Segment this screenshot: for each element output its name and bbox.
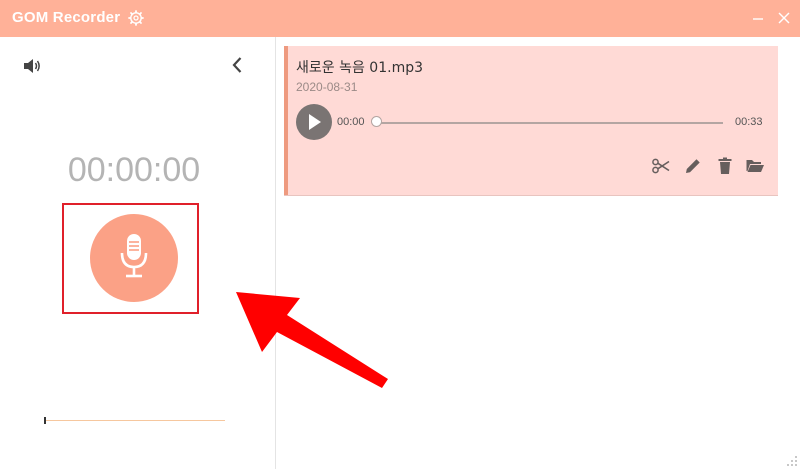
seek-handle[interactable] xyxy=(371,116,382,127)
panel-divider xyxy=(275,37,276,469)
pencil-icon[interactable] xyxy=(683,156,703,176)
card-bottom-border xyxy=(284,195,778,196)
input-level-meter xyxy=(45,420,225,421)
resize-grip-icon[interactable] xyxy=(786,455,798,467)
app-title: GOM Recorder xyxy=(12,9,121,26)
play-icon xyxy=(309,114,321,130)
chevron-left-icon[interactable] xyxy=(228,55,248,75)
folder-open-icon[interactable] xyxy=(745,156,765,176)
scissors-icon[interactable] xyxy=(651,156,671,176)
play-button[interactable] xyxy=(296,104,332,140)
title-bar: GOM Recorder xyxy=(0,0,800,37)
gear-icon[interactable] xyxy=(128,10,144,26)
input-level-marker xyxy=(44,417,46,424)
recording-file-name: 새로운 녹음 01.mp3 xyxy=(296,60,423,76)
record-timer: 00:00:00 xyxy=(67,151,201,189)
minimize-icon[interactable] xyxy=(748,8,768,28)
record-button[interactable] xyxy=(90,214,178,302)
microphone-icon xyxy=(120,234,148,278)
seek-bar[interactable] xyxy=(376,122,723,124)
current-time: 00:00 xyxy=(337,116,365,128)
close-icon[interactable] xyxy=(774,8,794,28)
trash-icon[interactable] xyxy=(715,156,735,176)
duration: 00:33 xyxy=(735,116,763,128)
speaker-icon[interactable] xyxy=(22,56,42,76)
recording-date: 2020-08-31 xyxy=(296,80,358,94)
